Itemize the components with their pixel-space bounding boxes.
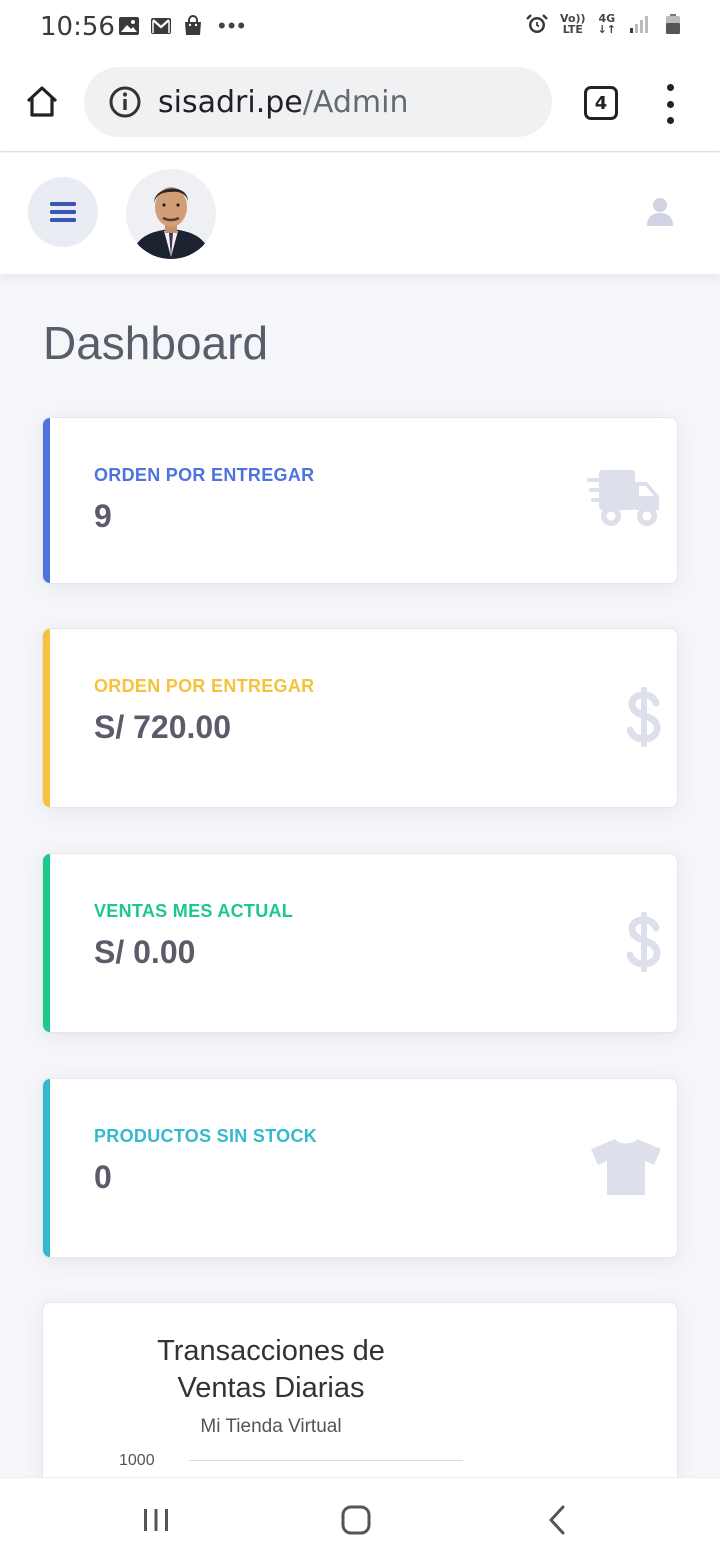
site-info-icon[interactable] xyxy=(108,85,142,119)
card-value: S/ 0.00 xyxy=(94,934,196,970)
status-bar: 10:56 ••• Vo)) LTE 4G ↓↑ xyxy=(0,0,720,56)
image-icon xyxy=(119,17,139,35)
card-accent xyxy=(43,854,50,1032)
card-value: S/ 720.00 xyxy=(94,709,231,745)
recents-icon[interactable] xyxy=(140,1504,172,1536)
chart-title: Transacciones de Ventas Diarias xyxy=(157,1335,385,1404)
url-path: /Admin xyxy=(302,85,409,120)
status-time: 10:56 xyxy=(40,12,115,42)
stat-card-monthly-sales[interactable]: VENTAS MES ACTUAL S/ 0.00 xyxy=(42,853,678,1033)
more-notifications-icon: ••• xyxy=(218,13,248,38)
tab-switcher-button[interactable]: 4 xyxy=(584,86,618,120)
back-icon[interactable] xyxy=(542,1504,574,1536)
url-domain: sisadri.pe xyxy=(158,85,303,120)
android-nav-bar xyxy=(0,1477,720,1560)
status-icons-right: Vo)) LTE 4G ↓↑ xyxy=(526,13,684,35)
card-label: VENTAS MES ACTUAL xyxy=(94,901,294,921)
card-label: ORDEN POR ENTREGAR xyxy=(94,465,315,485)
card-label: PRODUCTOS SIN STOCK xyxy=(94,1126,318,1146)
battery-icon xyxy=(666,14,680,34)
home-icon[interactable] xyxy=(340,1504,372,1536)
user-icon[interactable] xyxy=(646,197,674,227)
card-accent xyxy=(43,418,50,583)
browser-menu-icon[interactable] xyxy=(663,84,677,124)
network-4g-indicator: 4G ↓↑ xyxy=(597,12,616,36)
card-accent xyxy=(43,1079,50,1257)
address-bar[interactable]: sisadri.pe/Admin xyxy=(84,67,552,137)
browser-home-icon[interactable] xyxy=(24,84,60,120)
dollar-icon xyxy=(627,912,661,972)
dollar-icon xyxy=(627,687,661,747)
avatar[interactable] xyxy=(126,169,216,259)
shopping-bag-icon xyxy=(185,15,201,35)
page-title: Dashboard xyxy=(43,317,269,369)
truck-icon xyxy=(587,470,659,526)
gmail-icon xyxy=(151,18,171,34)
signal-icon xyxy=(630,16,648,33)
card-label: ORDEN POR ENTREGAR xyxy=(94,676,315,696)
url-text[interactable]: sisadri.pe/Admin xyxy=(158,85,408,120)
y-axis-tick-label: 1000 xyxy=(119,1452,155,1469)
status-icons-left: ••• xyxy=(118,15,247,37)
stat-card-orders[interactable]: ORDEN POR ENTREGAR 9 xyxy=(42,417,678,584)
alarm-icon xyxy=(526,14,548,33)
sidebar-toggle-button[interactable] xyxy=(28,177,98,247)
hamburger-icon xyxy=(50,202,76,222)
card-accent xyxy=(43,629,50,807)
profile-photo xyxy=(126,169,216,259)
stat-card-pending-amount[interactable]: ORDEN POR ENTREGAR S/ 720.00 xyxy=(42,628,678,808)
volte-indicator: Vo)) LTE xyxy=(560,12,586,36)
card-value: 9 xyxy=(94,498,112,534)
chart-gridline xyxy=(189,1460,463,1461)
browser-toolbar: sisadri.pe/Admin 4 xyxy=(0,56,720,152)
app-topbar xyxy=(0,153,720,274)
chart-subtitle: Mi Tienda Virtual xyxy=(200,1416,342,1437)
card-value: 0 xyxy=(94,1159,112,1195)
tshirt-icon xyxy=(591,1139,661,1195)
stat-card-out-of-stock[interactable]: PRODUCTOS SIN STOCK 0 xyxy=(42,1078,678,1258)
